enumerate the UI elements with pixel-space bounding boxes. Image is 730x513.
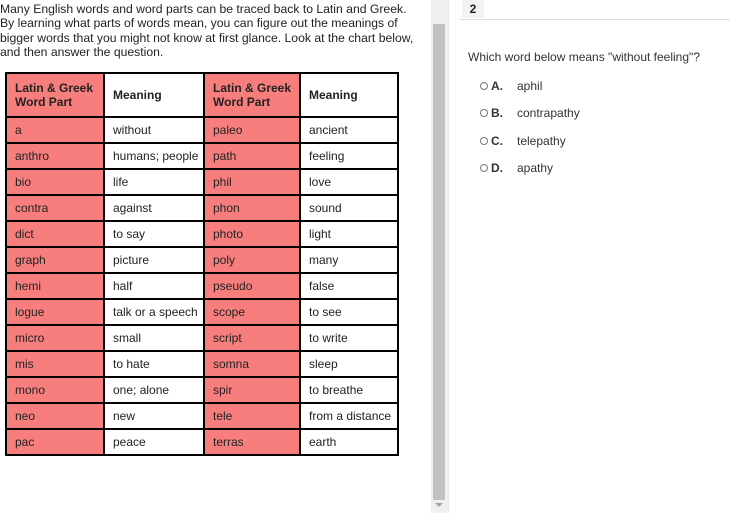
word-part-cell: mono	[5, 376, 105, 404]
word-part-cell: terras	[203, 428, 301, 456]
table-row: mis to hate somna sleep	[5, 350, 399, 378]
radio-button[interactable]	[480, 164, 488, 172]
answer-option-b[interactable]: B. contrapathy	[480, 106, 580, 120]
meaning-cell: against	[103, 194, 205, 222]
meaning-cell: peace	[103, 428, 205, 456]
passage-pane: Many English words and word parts can be…	[0, 0, 430, 513]
question-header-divider	[460, 19, 730, 20]
scroll-down-arrow-icon[interactable]	[435, 503, 443, 507]
meaning-cell: picture	[103, 246, 205, 274]
table-row: pac peace terras earth	[5, 428, 399, 456]
meaning-cell: to write	[299, 324, 399, 352]
word-part-cell: dict	[5, 220, 105, 248]
answer-option-d[interactable]: D. apathy	[480, 161, 553, 175]
table-row: micro small script to write	[5, 324, 399, 352]
word-part-cell: neo	[5, 402, 105, 430]
meaning-cell: small	[103, 324, 205, 352]
table-header-row: Latin & Greek Word Part Meaning Latin & …	[5, 72, 399, 118]
header-meaning: Meaning	[299, 72, 399, 118]
table-row: bio life phil love	[5, 168, 399, 196]
word-part-cell: poly	[203, 246, 301, 274]
word-part-cell: bio	[5, 168, 105, 196]
option-text: apathy	[517, 161, 554, 175]
word-part-cell: pseudo	[203, 272, 301, 300]
meaning-cell: light	[299, 220, 399, 248]
meaning-cell: without	[103, 116, 205, 144]
option-letter: C.	[491, 134, 503, 148]
meaning-cell: to say	[103, 220, 205, 248]
meaning-cell: from a distance	[299, 402, 399, 430]
option-letter: A.	[491, 79, 503, 93]
table-row: dict to say photo light	[5, 220, 399, 248]
meaning-cell: life	[103, 168, 205, 196]
table-row: contra against phon sound	[5, 194, 399, 222]
meaning-cell: sound	[299, 194, 399, 222]
header-word-part: Latin & Greek Word Part	[5, 72, 105, 118]
word-part-cell: paleo	[203, 116, 301, 144]
scrollbar[interactable]	[431, 0, 448, 513]
word-part-cell: hemi	[5, 272, 105, 300]
word-part-cell: spir	[203, 376, 301, 404]
word-part-cell: somna	[203, 350, 301, 378]
table-row: graph picture poly many	[5, 246, 399, 274]
table-row: a without paleo ancient	[5, 116, 399, 144]
word-part-cell: photo	[203, 220, 301, 248]
word-part-cell: scope	[203, 298, 301, 326]
option-text: contrapathy	[517, 106, 580, 120]
radio-button[interactable]	[480, 109, 488, 117]
pane-divider	[448, 0, 449, 513]
word-part-cell: logue	[5, 298, 105, 326]
radio-button[interactable]	[480, 137, 488, 145]
meaning-cell: to breathe	[299, 376, 399, 404]
option-text: telepathy	[517, 134, 566, 148]
word-part-cell: anthro	[5, 142, 105, 170]
word-part-cell: graph	[5, 246, 105, 274]
word-part-cell: phil	[203, 168, 301, 196]
word-parts-table: Latin & Greek Word Part Meaning Latin & …	[5, 72, 399, 456]
option-letter: D.	[491, 161, 503, 175]
option-text: aphil	[517, 79, 543, 93]
word-part-cell: contra	[5, 194, 105, 222]
word-part-cell: mis	[5, 350, 105, 378]
scrollbar-thumb[interactable]	[433, 24, 445, 500]
option-letter: B.	[491, 106, 503, 120]
header-word-part: Latin & Greek Word Part	[203, 72, 301, 118]
word-part-cell: pac	[5, 428, 105, 456]
table-row: anthro humans; people path feeling	[5, 142, 399, 170]
meaning-cell: to hate	[103, 350, 205, 378]
meaning-cell: ancient	[299, 116, 399, 144]
meaning-cell: half	[103, 272, 205, 300]
header-meaning: Meaning	[103, 72, 205, 118]
word-part-cell: micro	[5, 324, 105, 352]
meaning-cell: one; alone	[103, 376, 205, 404]
meaning-cell: humans; people	[103, 142, 205, 170]
word-part-cell: path	[203, 142, 301, 170]
word-part-cell: script	[203, 324, 301, 352]
table-row: neo new tele from a distance	[5, 402, 399, 430]
word-part-cell: phon	[203, 194, 301, 222]
intro-text: Many English words and word parts can be…	[0, 2, 414, 60]
radio-button[interactable]	[480, 82, 488, 90]
table-row: mono one; alone spir to breathe	[5, 376, 399, 404]
question-number: 2	[462, 0, 484, 18]
meaning-cell: talk or a speech	[103, 298, 205, 326]
answer-option-a[interactable]: A. aphil	[480, 79, 542, 93]
meaning-cell: love	[299, 168, 399, 196]
question-text: Which word below means "without feeling"…	[468, 50, 700, 64]
word-part-cell: a	[5, 116, 105, 144]
meaning-cell: to see	[299, 298, 399, 326]
meaning-cell: false	[299, 272, 399, 300]
answer-option-c[interactable]: C. telepathy	[480, 134, 566, 148]
meaning-cell: sleep	[299, 350, 399, 378]
word-part-cell: tele	[203, 402, 301, 430]
meaning-cell: feeling	[299, 142, 399, 170]
meaning-cell: earth	[299, 428, 399, 456]
table-row: hemi half pseudo false	[5, 272, 399, 300]
table-row: logue talk or a speech scope to see	[5, 298, 399, 326]
meaning-cell: new	[103, 402, 205, 430]
meaning-cell: many	[299, 246, 399, 274]
